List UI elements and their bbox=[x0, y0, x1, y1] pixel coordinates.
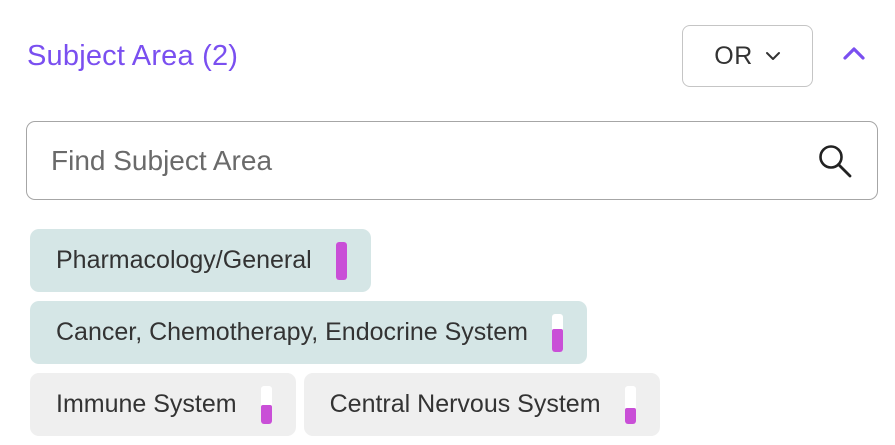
filter-title[interactable]: Subject Area (2) bbox=[27, 40, 238, 73]
subject-chip[interactable]: Pharmacology/General bbox=[30, 229, 371, 292]
subject-area-filter-panel: Subject Area (2) OR Pharmacology/Gener bbox=[0, 0, 895, 445]
chevron-up-icon bbox=[842, 45, 866, 66]
search-input[interactable] bbox=[51, 122, 811, 199]
count-meter-fill bbox=[335, 241, 347, 280]
chevron-down-icon bbox=[765, 51, 781, 61]
subject-chip-label: Immune System bbox=[56, 390, 237, 418]
subject-chip[interactable]: Cancer, Chemotherapy, Endocrine System bbox=[30, 301, 587, 364]
count-meter bbox=[260, 385, 272, 424]
count-meter bbox=[552, 313, 563, 352]
count-meter bbox=[335, 241, 347, 280]
chip-row: Pharmacology/General bbox=[30, 229, 870, 292]
operator-select[interactable]: OR bbox=[682, 25, 813, 87]
collapse-button[interactable] bbox=[835, 36, 873, 74]
subject-chip[interactable]: Central Nervous System bbox=[303, 373, 660, 436]
chip-row: Cancer, Chemotherapy, Endocrine System bbox=[30, 301, 870, 364]
operator-select-value: OR bbox=[714, 41, 753, 70]
count-meter-fill bbox=[260, 404, 272, 424]
subject-chip-label: Cancer, Chemotherapy, Endocrine System bbox=[56, 318, 528, 346]
search-box bbox=[26, 121, 878, 200]
count-meter-fill bbox=[552, 328, 563, 352]
subject-chip[interactable]: Immune System bbox=[30, 373, 296, 436]
chip-row: Immune System Central Nervous System bbox=[30, 373, 870, 436]
subject-chip-label: Pharmacology/General bbox=[56, 246, 312, 274]
subject-chip-label: Central Nervous System bbox=[329, 390, 601, 418]
search-icon[interactable] bbox=[817, 143, 853, 179]
count-meter bbox=[624, 385, 636, 424]
subject-chip-list: Pharmacology/General Cancer, Chemotherap… bbox=[30, 229, 870, 445]
count-meter-fill bbox=[624, 408, 636, 424]
